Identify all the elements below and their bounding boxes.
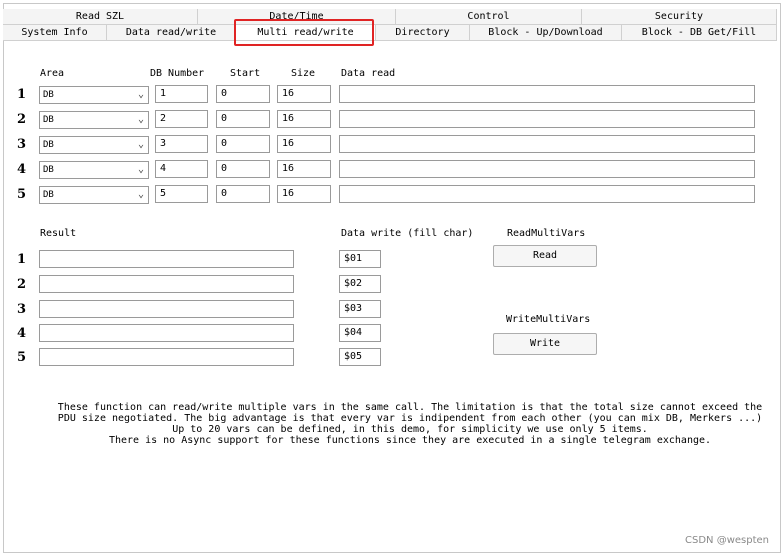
row-number: 1 [17,252,27,267]
area-select[interactable]: DB ⌄ [39,86,149,104]
tab-date-time[interactable]: Date/Time [198,9,396,24]
area-select[interactable]: DB ⌄ [39,161,149,179]
header-db-number: DB Number [150,68,205,79]
data-read-field[interactable] [339,85,755,103]
size-input[interactable]: 16 [277,110,331,128]
area-select[interactable]: DB ⌄ [39,136,149,154]
chevron-down-icon: ⌄ [137,189,144,200]
size-input[interactable]: 16 [277,135,331,153]
row-number: 2 [17,112,27,127]
header-start: Start [230,68,261,79]
tab-directory[interactable]: Directory [376,25,470,40]
read-button[interactable]: Read [493,245,597,267]
area-value: DB [43,115,54,125]
start-input[interactable]: 0 [216,160,270,178]
row-number: 3 [17,302,27,317]
start-input[interactable]: 0 [216,85,270,103]
row-number: 1 [17,87,27,102]
tab-read-szl[interactable]: Read SZL [3,9,198,24]
watermark: CSDN @wespten [685,535,769,546]
size-input[interactable]: 16 [277,85,331,103]
data-read-field[interactable] [339,160,755,178]
header-size: Size [291,68,316,79]
tab-control[interactable]: Control [396,9,582,24]
tab-multi-read-write[interactable]: Multi read/write [236,25,376,40]
result-field[interactable] [39,348,294,366]
start-input[interactable]: 0 [216,135,270,153]
info-note: These function can read/write multiple v… [40,402,780,446]
data-read-field[interactable] [339,110,755,128]
area-value: DB [43,165,54,175]
area-select[interactable]: DB ⌄ [39,186,149,204]
header-write-multi-vars: WriteMultiVars [506,314,591,325]
header-data-write: Data write (fill char) [341,228,474,239]
row-number: 5 [17,187,27,202]
tab-block-up-download[interactable]: Block - Up/Download [470,25,622,40]
tab-row-top: Read SZL Date/Time Control Security [3,9,777,25]
row-number: 4 [17,326,27,341]
db-number-input[interactable]: 2 [155,110,208,128]
result-field[interactable] [39,324,294,342]
header-area: Area [40,68,65,79]
tab-security[interactable]: Security [582,9,777,24]
note-line: There is no Async support for these func… [108,435,712,446]
chevron-down-icon: ⌄ [137,164,144,175]
fill-char-input[interactable]: $04 [339,324,381,342]
note-line: Up to 20 vars can be defined, in this de… [172,424,648,435]
db-number-input[interactable]: 3 [155,135,208,153]
row-number: 3 [17,137,27,152]
size-input[interactable]: 16 [277,185,331,203]
tab-system-info[interactable]: System Info [3,25,107,40]
tab-row-bottom: System Info Data read/write Multi read/w… [3,25,777,41]
chevron-down-icon: ⌄ [137,89,144,100]
note-line: PDU size negotiated. The big advantage i… [57,413,763,424]
write-button[interactable]: Write [493,333,597,355]
db-number-input[interactable]: 1 [155,85,208,103]
row-number: 5 [17,350,27,365]
result-field[interactable] [39,275,294,293]
tab-data-read-write[interactable]: Data read/write [107,25,236,40]
result-field[interactable] [39,250,294,268]
start-input[interactable]: 0 [216,110,270,128]
header-result: Result [40,228,77,239]
result-field[interactable] [39,300,294,318]
chevron-down-icon: ⌄ [137,139,144,150]
chevron-down-icon: ⌄ [137,114,144,125]
start-input[interactable]: 0 [216,185,270,203]
fill-char-input[interactable]: $01 [339,250,381,268]
fill-char-input[interactable]: $03 [339,300,381,318]
fill-char-input[interactable]: $05 [339,348,381,366]
area-select[interactable]: DB ⌄ [39,111,149,129]
note-line: These function can read/write multiple v… [57,402,763,413]
db-number-input[interactable]: 4 [155,160,208,178]
data-read-field[interactable] [339,135,755,153]
row-number: 2 [17,277,27,292]
tab-block-db-get-fill[interactable]: Block - DB Get/Fill [622,25,777,40]
header-read-multi-vars: ReadMultiVars [507,228,586,239]
db-number-input[interactable]: 5 [155,185,208,203]
area-value: DB [43,90,54,100]
header-data-read: Data read [341,68,396,79]
row-number: 4 [17,162,27,177]
fill-char-input[interactable]: $02 [339,275,381,293]
area-value: DB [43,140,54,150]
size-input[interactable]: 16 [277,160,331,178]
data-read-field[interactable] [339,185,755,203]
area-value: DB [43,190,54,200]
